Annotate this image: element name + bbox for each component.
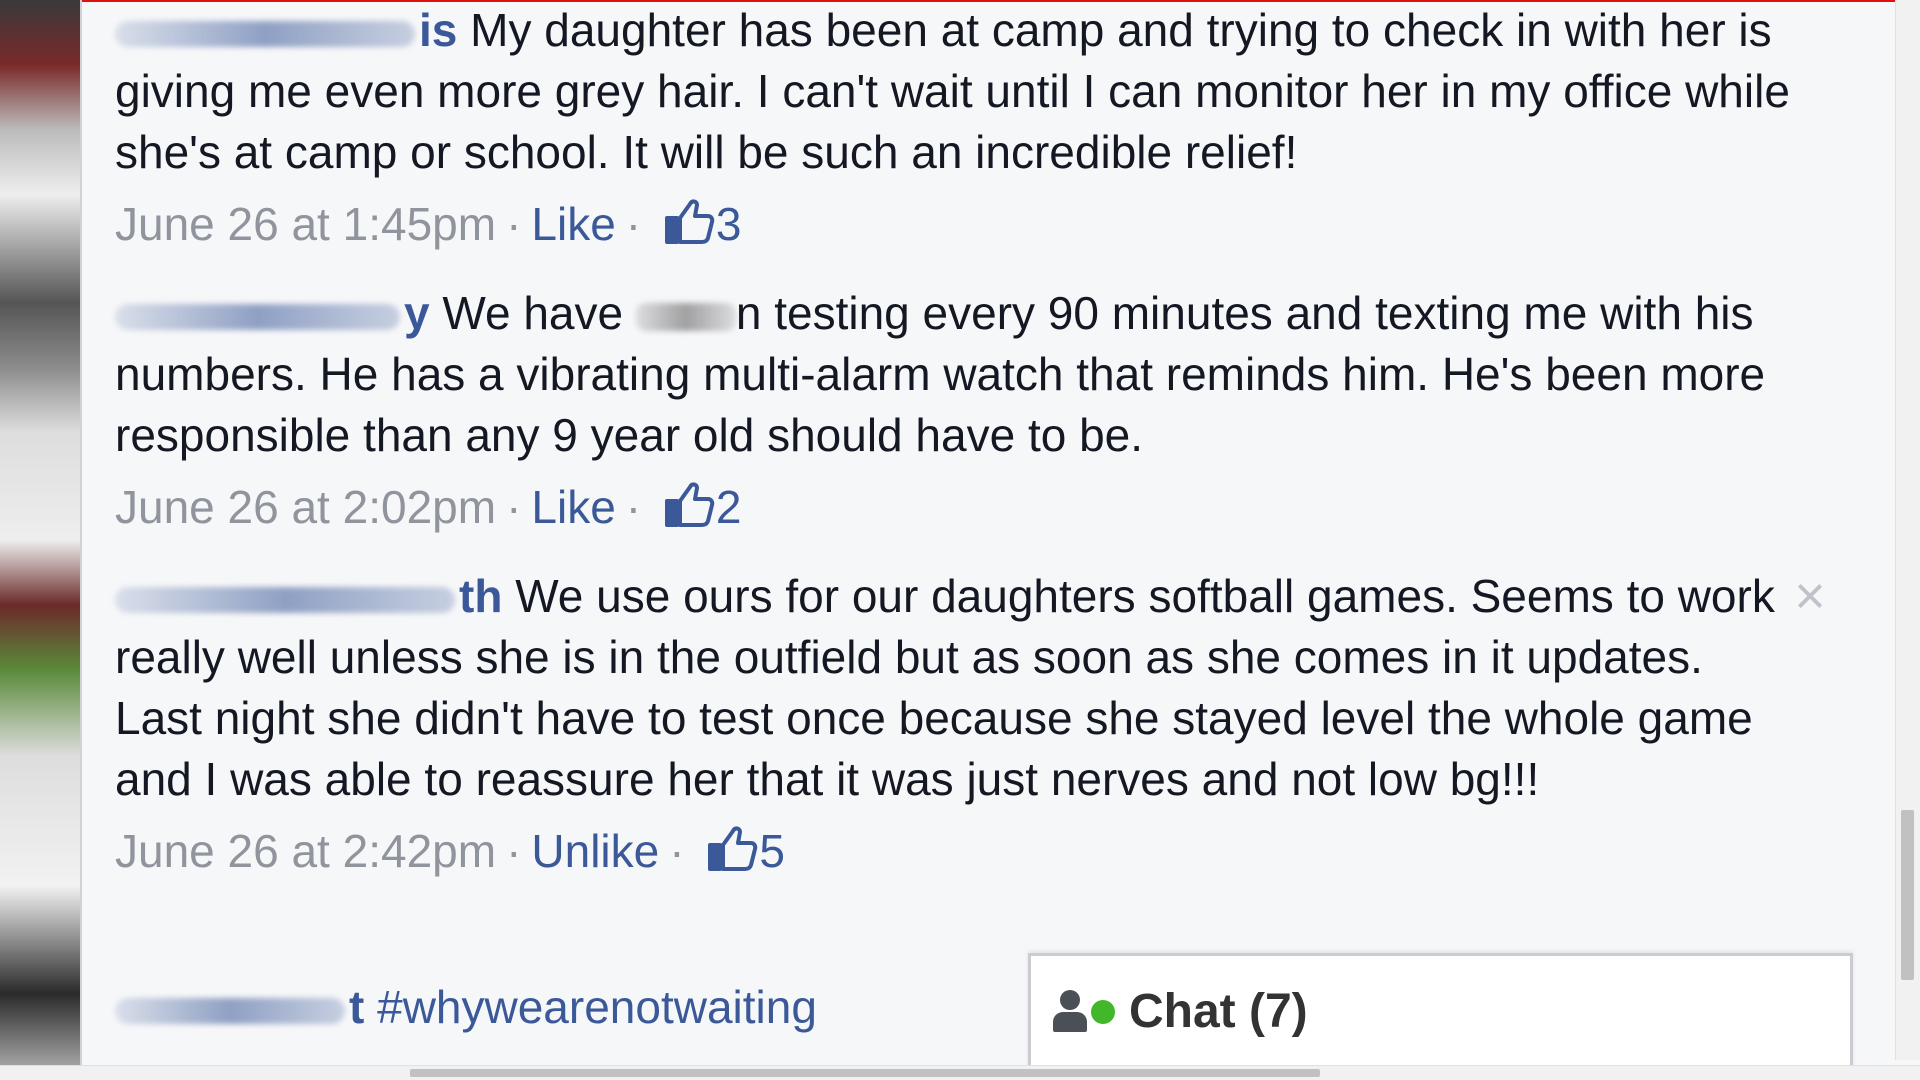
like-count-value: 2: [715, 481, 742, 533]
comment-body: th We use ours for our daughters softbal…: [115, 566, 1795, 810]
meta-separator: ·: [506, 481, 522, 533]
comment-3: th We use ours for our daughters softbal…: [115, 566, 1795, 884]
like-count[interactable]: 5: [695, 825, 785, 877]
like-count-value: 5: [759, 825, 785, 877]
like-count[interactable]: 3: [651, 198, 741, 250]
comment-timestamp[interactable]: June 26 at 1:45pm: [115, 198, 496, 250]
comment-meta: June 26 at 1:45pm · Like · 3: [115, 191, 1795, 257]
comment-timestamp[interactable]: June 26 at 2:42pm: [115, 825, 496, 877]
online-status-icon: [1091, 999, 1115, 1024]
chat-label: Chat (7): [1129, 985, 1308, 1038]
vertical-scrollbar[interactable]: [1895, 0, 1920, 1060]
meta-separator: ·: [625, 198, 642, 250]
redacted-name: [115, 586, 455, 613]
avatar-column: [0, 0, 82, 1080]
meta-separator: ·: [669, 825, 685, 877]
like-link[interactable]: Like: [531, 481, 615, 533]
like-link[interactable]: Like: [531, 198, 615, 250]
meta-separator: ·: [506, 198, 522, 250]
thumbs-up-icon: [708, 826, 758, 871]
redacted-name: [115, 20, 415, 47]
unlike-link[interactable]: Unlike: [531, 825, 659, 877]
comment-body: y We have n testing every 90 minutes and…: [115, 283, 1795, 466]
comment-meta: June 26 at 2:42pm · Unlike · 5: [115, 818, 1795, 884]
chat-tab[interactable]: Chat (7): [1028, 953, 1853, 1080]
comment-author[interactable]: th: [115, 570, 502, 622]
redacted-name: [115, 997, 345, 1024]
comment-text: We have: [442, 287, 624, 339]
horizontal-scrollbar-thumb[interactable]: [410, 1069, 1320, 1077]
meta-separator: ·: [625, 481, 642, 533]
vertical-scrollbar-thumb[interactable]: [1901, 810, 1914, 980]
person-icon: [1053, 989, 1087, 1034]
comment-timestamp[interactable]: June 26 at 2:02pm: [115, 481, 496, 533]
comment-author[interactable]: is: [115, 4, 457, 56]
redacted-name: [115, 303, 400, 330]
hashtag-link[interactable]: #whywearenotwaiting: [377, 981, 817, 1033]
thumbs-up-icon: [664, 199, 715, 244]
comment-body: is My daughter has been at camp and tryi…: [115, 0, 1795, 183]
comment-1: is My daughter has been at camp and tryi…: [115, 0, 1795, 257]
comment-2: y We have n testing every 90 minutes and…: [115, 283, 1795, 540]
like-count[interactable]: 2: [651, 481, 741, 533]
like-count-value: 3: [715, 198, 742, 250]
comment-meta: June 26 at 2:02pm · Like · 2: [115, 474, 1795, 540]
comment-body: t #whywearenotwaiting: [115, 977, 1015, 1038]
meta-separator: ·: [506, 825, 522, 877]
redacted-word: [635, 302, 736, 331]
comment-author[interactable]: y: [115, 287, 430, 339]
horizontal-scrollbar[interactable]: [0, 1065, 1920, 1080]
comment-4: t #whywearenotwaiting: [115, 977, 1015, 1038]
chat-tab-content: Chat (7): [1053, 984, 1308, 1039]
thumbs-up-icon: [664, 482, 715, 527]
comment-author[interactable]: t: [115, 981, 364, 1033]
close-icon[interactable]: ×: [1788, 569, 1832, 623]
